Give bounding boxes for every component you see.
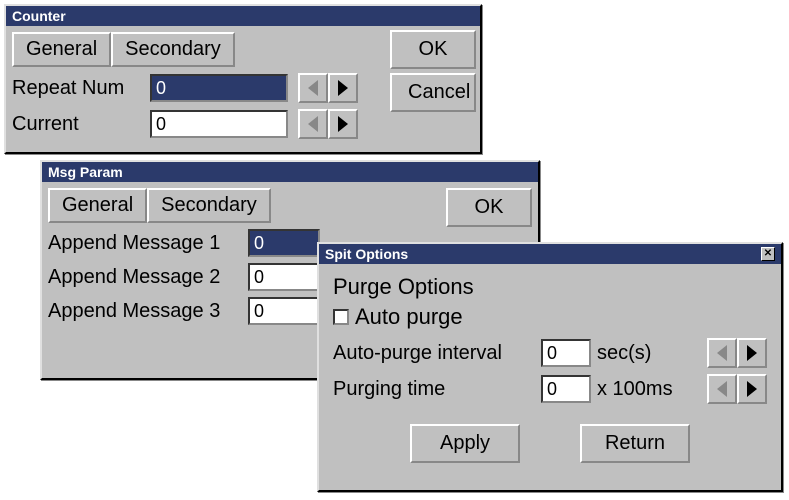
ptime-spinner (707, 374, 767, 404)
msgparam-titlebar: Msg Param (42, 162, 538, 182)
interval-label: Auto-purge interval (333, 342, 541, 365)
arrow-left-icon (308, 80, 318, 96)
tab-general[interactable]: General (12, 32, 111, 67)
append3-value: 0 (254, 301, 264, 321)
cancel-button[interactable]: Cancel (390, 73, 476, 112)
ptime-row: Purging time 0 x 100ms (333, 374, 767, 404)
repeat-decrement-button[interactable] (298, 73, 328, 103)
current-decrement-button[interactable] (298, 109, 328, 139)
interval-input[interactable]: 0 (541, 339, 591, 367)
interval-unit: sec(s) (597, 342, 651, 365)
ptime-unit: x 100ms (597, 378, 673, 401)
return-button[interactable]: Return (580, 424, 690, 463)
current-label: Current (12, 113, 150, 136)
ok-button[interactable]: OK (446, 188, 532, 227)
interval-row: Auto-purge interval 0 sec(s) (333, 338, 767, 368)
ptime-input[interactable]: 0 (541, 375, 591, 403)
ptime-value: 0 (547, 379, 557, 399)
current-value: 0 (156, 114, 166, 134)
tab-secondary[interactable]: Secondary (111, 32, 235, 67)
interval-increment-button[interactable] (737, 338, 767, 368)
append2-value: 0 (254, 267, 264, 287)
cancel-label: Cancel (408, 81, 470, 103)
current-input[interactable]: 0 (150, 110, 288, 138)
tab-secondary-label: Secondary (125, 38, 221, 60)
auto-purge-row: Auto purge (333, 304, 767, 330)
append1-input[interactable]: 0 (248, 229, 320, 257)
ptime-decrement-button[interactable] (707, 374, 737, 404)
append3-input[interactable]: 0 (248, 297, 320, 325)
counter-window: Counter General Secondary Repeat Num 0 C… (4, 4, 482, 154)
tab-secondary[interactable]: Secondary (147, 188, 271, 223)
spit-titlebar: Spit Options ✕ (319, 244, 781, 264)
tab-general-label: General (62, 194, 133, 216)
arrow-right-icon (338, 80, 348, 96)
return-label: Return (605, 432, 665, 454)
counter-button-stack: OK Cancel (390, 30, 476, 112)
tab-general-label: General (26, 38, 97, 60)
repeat-increment-button[interactable] (328, 73, 358, 103)
append1-label: Append Message 1 (48, 232, 248, 255)
apply-button[interactable]: Apply (410, 424, 520, 463)
auto-purge-checkbox[interactable] (333, 309, 349, 325)
msgparam-title: Msg Param (48, 164, 123, 180)
interval-decrement-button[interactable] (707, 338, 737, 368)
close-icon: ✕ (764, 246, 772, 262)
counter-titlebar: Counter (6, 6, 480, 26)
repeat-value: 0 (156, 78, 166, 98)
tab-general[interactable]: General (48, 188, 147, 223)
arrow-left-icon (717, 345, 727, 361)
purge-options-title: Purge Options (333, 274, 767, 300)
msgparam-button-stack: OK (446, 188, 532, 227)
auto-purge-label: Auto purge (355, 304, 463, 330)
ok-label: OK (475, 196, 504, 218)
spit-title: Spit Options (325, 246, 408, 262)
repeat-spinner (298, 73, 358, 103)
repeat-label: Repeat Num (12, 77, 150, 100)
ptime-label: Purging time (333, 378, 541, 401)
append2-label: Append Message 2 (48, 266, 248, 289)
append1-value: 0 (254, 233, 264, 253)
counter-title: Counter (12, 8, 66, 24)
repeat-input[interactable]: 0 (150, 74, 288, 102)
spit-window: Spit Options ✕ Purge Options Auto purge … (317, 242, 783, 492)
ptime-increment-button[interactable] (737, 374, 767, 404)
tab-secondary-label: Secondary (161, 194, 257, 216)
arrow-left-icon (717, 381, 727, 397)
append2-input[interactable]: 0 (248, 263, 320, 291)
spit-client: Purge Options Auto purge Auto-purge inte… (319, 264, 781, 473)
arrow-left-icon (308, 116, 318, 132)
interval-spinner (707, 338, 767, 368)
append3-label: Append Message 3 (48, 300, 248, 323)
current-row: Current 0 (12, 109, 474, 139)
interval-value: 0 (547, 343, 557, 363)
current-increment-button[interactable] (328, 109, 358, 139)
ok-label: OK (419, 38, 448, 60)
current-spinner (298, 109, 358, 139)
arrow-right-icon (747, 345, 757, 361)
arrow-right-icon (338, 116, 348, 132)
arrow-right-icon (747, 381, 757, 397)
ok-button[interactable]: OK (390, 30, 476, 69)
apply-label: Apply (440, 432, 490, 454)
close-button[interactable]: ✕ (761, 247, 775, 261)
spit-button-row: Apply Return (333, 424, 767, 463)
